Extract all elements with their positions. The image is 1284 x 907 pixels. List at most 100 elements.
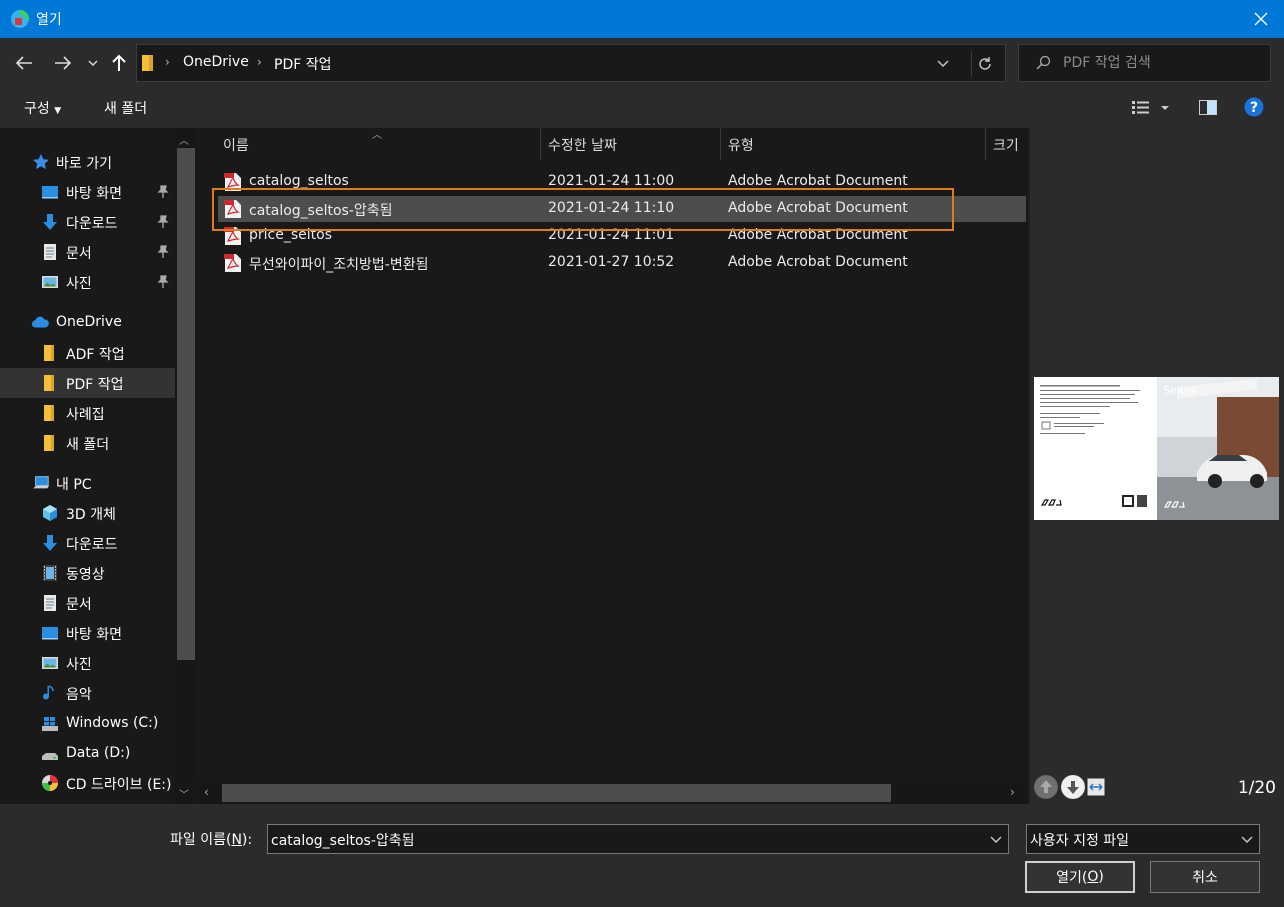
desktop-icon: [42, 186, 58, 199]
file-row-selected[interactable]: catalog_seltos-압축됨 2021-01-24 11:10 Adob…: [218, 196, 1026, 222]
sidebar-item-pictures[interactable]: 사진: [0, 267, 175, 297]
dialog-footer: 파일 이름(N): catalog_seltos-압축됨 사용자 지정 파일 열…: [0, 804, 1284, 907]
sidebar-item-onedrive[interactable]: OneDrive: [0, 308, 175, 338]
scroll-down-arrow[interactable]: ﹀: [179, 786, 189, 801]
horizontal-scrollbar[interactable]: ‹ ›: [198, 782, 1028, 804]
video-icon: [43, 565, 57, 581]
organize-label: 구성: [24, 101, 50, 117]
sidebar-item-adf-folder[interactable]: ADF 작업: [0, 338, 175, 368]
pdf-file-icon: [224, 254, 241, 272]
file-row[interactable]: 무선와이파이_조치방법-변환됨 2021-01-27 10:52 Adobe A…: [218, 250, 1026, 276]
previous-page-button[interactable]: [1034, 775, 1058, 799]
breadcrumb-onedrive[interactable]: OneDrive: [183, 54, 249, 70]
scrollbar-thumb[interactable]: [222, 784, 891, 802]
sidebar-item-3d-objects[interactable]: 3D 개체: [0, 498, 175, 528]
sidebar-item-label: Data (D:): [66, 745, 131, 761]
refresh-button[interactable]: [971, 51, 997, 77]
sidebar-item-downloads[interactable]: 다운로드: [0, 207, 175, 237]
file-row[interactable]: catalog_seltos 2021-01-24 11:00 Adobe Ac…: [218, 169, 1026, 195]
organize-button[interactable]: 구성 ▼: [24, 98, 61, 118]
pin-icon: [157, 215, 169, 228]
new-folder-button[interactable]: 새 폴더: [104, 98, 147, 118]
breadcrumb-pdf-folder[interactable]: PDF 작업: [274, 54, 332, 74]
sidebar-item-label: 사진: [66, 276, 92, 292]
sidebar-item-music[interactable]: 음악: [0, 678, 175, 708]
file-date: 2021-01-24 11:10: [548, 200, 675, 216]
sidebar-item-quick-access[interactable]: 바로 가기: [0, 147, 175, 177]
sidebar-item-label: ADF 작업: [66, 347, 125, 363]
scroll-left-arrow[interactable]: ‹: [204, 785, 209, 799]
sidebar-item-label: 3D 개체: [66, 507, 116, 523]
sidebar-item-drive-c[interactable]: Windows (C:): [0, 709, 175, 739]
breadcrumb-separator: ›: [257, 55, 262, 69]
help-button[interactable]: ?: [1244, 97, 1264, 121]
pictures-icon: [42, 657, 58, 669]
open-label: 열기(: [1056, 870, 1088, 886]
column-header-type[interactable]: 유형: [728, 128, 754, 160]
filetype-select[interactable]: 사용자 지정 파일: [1026, 824, 1260, 854]
caret-down-icon: ▼: [54, 106, 62, 116]
column-divider[interactable]: [985, 128, 986, 160]
star-icon: [33, 154, 49, 170]
column-header-size[interactable]: 크기: [993, 128, 1019, 160]
sidebar-item-this-pc[interactable]: 내 PC: [0, 468, 175, 498]
cancel-button[interactable]: 취소: [1150, 861, 1260, 893]
close-button[interactable]: [1238, 0, 1284, 38]
next-page-button[interactable]: [1061, 775, 1085, 799]
chevron-down-icon: [1241, 836, 1253, 843]
sidebar-item-label: 다운로드: [66, 537, 118, 553]
preview-pane-button[interactable]: [1199, 100, 1217, 119]
scroll-up-arrow[interactable]: ︿: [179, 132, 189, 147]
pictures-icon: [42, 276, 58, 288]
column-divider[interactable]: [540, 128, 541, 160]
sidebar-item-label: 동영상: [66, 567, 105, 583]
pin-icon: [157, 185, 169, 198]
fit-width-button[interactable]: [1087, 778, 1105, 796]
music-icon: [43, 685, 54, 700]
sidebar-item-label: 바탕 화면: [66, 627, 122, 643]
sidebar-item-documents[interactable]: 문서: [0, 237, 175, 267]
open-button[interactable]: 열기(O): [1025, 861, 1135, 893]
open-accesskey: O: [1087, 869, 1099, 885]
search-box[interactable]: [1018, 44, 1271, 82]
document-icon: [44, 244, 56, 260]
view-options-button[interactable]: [1132, 100, 1172, 120]
scrollbar-thumb[interactable]: [177, 148, 195, 660]
search-input[interactable]: [1063, 52, 1263, 74]
up-button[interactable]: [106, 50, 132, 76]
sidebar-item-pc-desktop[interactable]: 바탕 화면: [0, 618, 175, 648]
column-divider[interactable]: [720, 128, 721, 160]
details-view-icon: [1132, 101, 1169, 114]
column-header-name[interactable]: 이름: [223, 128, 249, 160]
folder-icon: [44, 435, 54, 451]
sidebar-item-pc-documents[interactable]: 문서: [0, 588, 175, 618]
sidebar-item-drive-d[interactable]: Data (D:): [0, 739, 175, 769]
svg-text:?: ?: [1250, 100, 1258, 116]
back-button[interactable]: [11, 50, 37, 76]
sidebar-item-pdf-folder[interactable]: PDF 작업: [0, 368, 175, 398]
sidebar-item-videos[interactable]: 동영상: [0, 558, 175, 588]
sidebar-item-new-folder[interactable]: 새 폴더: [0, 428, 175, 458]
arrow-up-circle-icon: [1035, 776, 1057, 798]
scroll-right-arrow[interactable]: ›: [1010, 785, 1015, 799]
sidebar-item-label: 음악: [66, 687, 92, 703]
sidebar-item-pc-pictures[interactable]: 사진: [0, 648, 175, 678]
sidebar-item-case-folder[interactable]: 사례집: [0, 398, 175, 428]
navigation-scrollbar[interactable]: ︿ ﹀: [175, 128, 197, 804]
cube-icon: [43, 505, 57, 521]
column-header-date[interactable]: 수정한 날짜: [548, 128, 617, 160]
sidebar-item-pc-downloads[interactable]: 다운로드: [0, 528, 175, 558]
sidebar-item-label: Windows (C:): [66, 715, 159, 731]
sidebar-item-desktop[interactable]: 바탕 화면: [0, 177, 175, 207]
filetype-value: 사용자 지정 파일: [1030, 833, 1130, 849]
sidebar-item-drive-e[interactable]: CD 드라이브 (E:): [0, 768, 175, 798]
address-bar[interactable]: › OneDrive › PDF 작업: [136, 44, 1006, 82]
file-row[interactable]: price_seltos 2021-01-24 11:01 Adobe Acro…: [218, 223, 1026, 249]
chevron-down-icon[interactable]: [990, 831, 1002, 847]
arrow-right-icon: [55, 56, 72, 70]
address-dropdown-button[interactable]: [933, 53, 953, 73]
forward-button[interactable]: [50, 50, 76, 76]
filename-input[interactable]: catalog_seltos-압축됨: [267, 824, 1009, 854]
recent-locations-button[interactable]: [84, 50, 102, 76]
file-name: catalog_seltos: [249, 173, 349, 189]
